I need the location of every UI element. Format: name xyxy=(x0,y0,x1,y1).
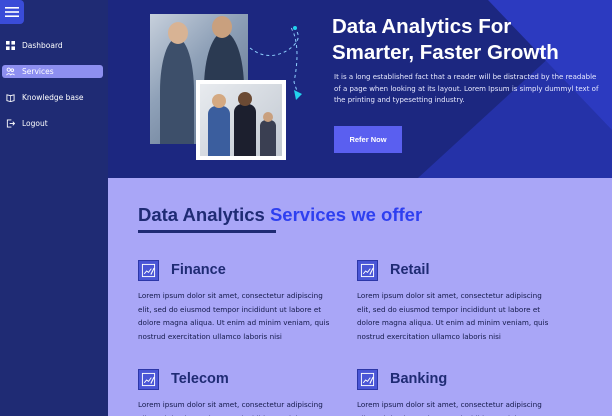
service-name: Telecom xyxy=(171,371,229,387)
service-card-telecom: Telecom Lorem ipsum dolor sit amet, cons… xyxy=(138,368,338,416)
hero-photo-team xyxy=(196,80,286,160)
grid-icon xyxy=(6,41,15,50)
sidebar-item-label: Knowledge base xyxy=(22,93,84,102)
sidebar-item-dashboard[interactable]: Dashboard xyxy=(2,39,103,52)
service-card-banking: Banking Lorem ipsum dolor sit amet, cons… xyxy=(357,368,557,416)
hero-title: Data Analytics For Smarter, Faster Growt… xyxy=(332,15,559,64)
book-icon xyxy=(6,93,15,102)
hamburger-icon xyxy=(5,7,19,17)
service-description: Lorem ipsum dolor sit amet, consectetur … xyxy=(357,400,542,416)
people-icon xyxy=(6,67,15,76)
service-card-finance: Finance Lorem ipsum dolor sit amet, cons… xyxy=(138,259,338,343)
hero-section: Data Analytics For Smarter, Faster Growt… xyxy=(108,0,612,178)
service-name: Retail xyxy=(390,262,430,278)
chart-pen-icon xyxy=(357,259,378,281)
sidebar-item-services[interactable]: Services xyxy=(2,65,103,78)
refer-now-button[interactable]: Refer Now xyxy=(334,126,402,153)
chart-pen-icon xyxy=(357,368,378,390)
sidebar: Dashboard Services Knowledge base Logout xyxy=(0,0,108,416)
sidebar-item-label: Services xyxy=(22,67,54,76)
chart-pen-icon xyxy=(138,259,159,281)
service-description: Lorem ipsum dolor sit amet, consectetur … xyxy=(357,291,549,341)
sidebar-item-knowledge-base[interactable]: Knowledge base xyxy=(2,91,103,104)
sidebar-item-label: Dashboard xyxy=(22,41,63,50)
sidebar-item-logout[interactable]: Logout xyxy=(2,117,103,130)
menu-toggle-button[interactable] xyxy=(0,0,24,24)
service-description: Lorem ipsum dolor sit amet, consectetur … xyxy=(138,400,323,416)
sidebar-item-label: Logout xyxy=(22,119,48,128)
services-section: Data Analytics Services we offer Finance… xyxy=(108,178,612,416)
service-name: Finance xyxy=(171,262,226,278)
logout-icon xyxy=(6,119,15,128)
service-name: Banking xyxy=(390,371,448,387)
services-title: Data Analytics Services we offer xyxy=(138,204,423,225)
service-description: Lorem ipsum dolor sit amet, consectetur … xyxy=(138,291,330,341)
service-card-retail: Retail Lorem ipsum dolor sit amet, conse… xyxy=(357,259,557,343)
hero-description: It is a long established fact that a rea… xyxy=(334,73,599,104)
title-underline xyxy=(138,230,276,233)
chart-pen-icon xyxy=(138,368,159,390)
